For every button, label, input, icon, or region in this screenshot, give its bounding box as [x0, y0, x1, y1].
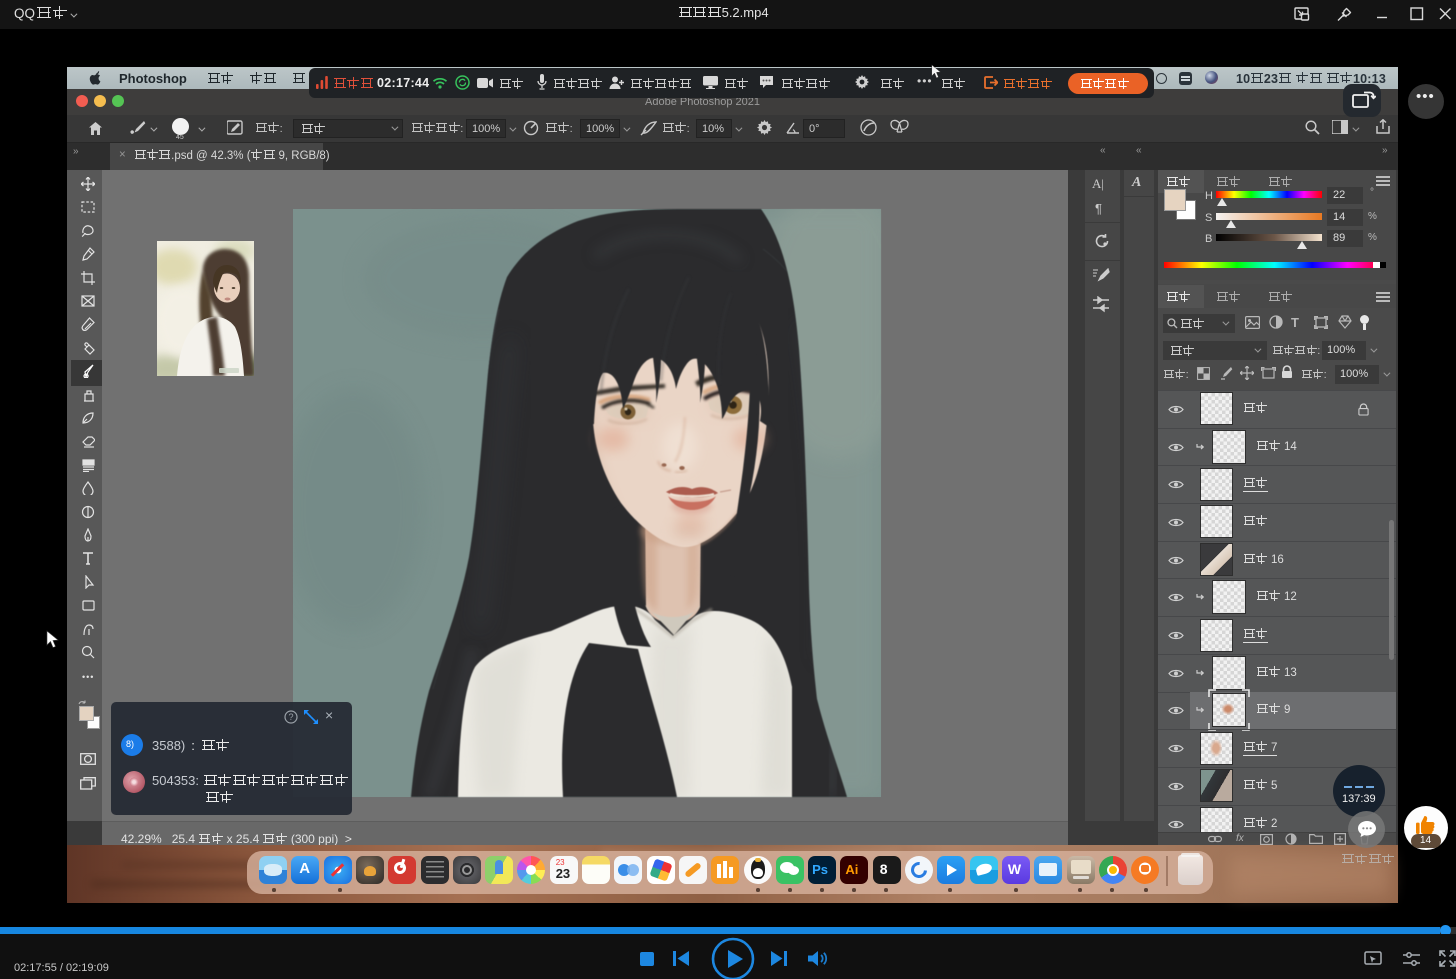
- svg-text:?: ?: [288, 712, 293, 722]
